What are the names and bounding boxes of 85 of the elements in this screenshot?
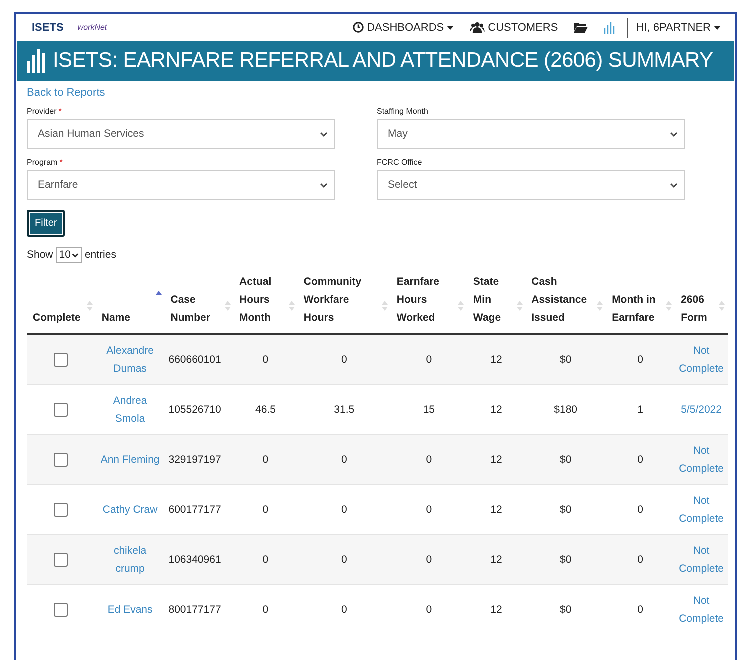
required-mark: * [58,107,62,116]
form-link[interactable]: 5/5/2022 [681,400,722,418]
table-cell: 0 [262,604,269,616]
checkbox[interactable] [54,402,68,416]
table-cell: 329197197 [168,454,222,466]
table-cell: 105526710 [168,404,222,416]
table-cell: 0 [341,604,348,616]
table-cell: 0 [638,354,644,366]
table-cell: 12 [490,354,502,366]
table-cell: 12 [490,554,502,566]
table-cell: $0 [560,554,572,566]
table-cell: 46.5 [256,404,276,416]
nav-link[interactable]: DASHBOARDS [345,22,462,34]
chevron-down-icon [320,132,328,136]
page-title: ISETS: EARNFARE REFERRAL AND ATTENDANCE (2606) SUMMARY [53,49,714,73]
table-cell: 31.5 [334,404,355,416]
chevron-down-icon [670,182,678,188]
field-label: Provider [27,107,57,116]
table-cell: 0 [341,504,348,516]
table-cell: 0 [426,554,432,566]
caret-icon [447,26,454,30]
select-field[interactable]: Asian Human Services [27,119,335,149]
filter-button[interactable]: Filter [27,210,66,237]
chevron-down-icon [320,182,328,188]
checkbox[interactable] [54,602,68,616]
table-cell: 0 [638,604,644,616]
table-cell: 12 [490,404,502,416]
field-label: FCRC Office [377,158,422,167]
table-cell: 0 [262,554,269,566]
table-cell: 0 [341,454,348,466]
entries-label: entries [84,249,116,261]
table-cell: 660660101 [168,354,222,366]
table-cell: $0 [560,504,572,516]
chevron-down-icon [72,252,79,258]
table-cell: 800177177 [168,604,222,616]
field-label: Staffing Month [377,107,428,116]
table-cell: 0 [426,454,432,466]
name-link[interactable]: Cathy Craw [102,500,158,518]
table-cell: 12 [490,604,502,616]
table-cell: 0 [262,454,269,466]
table-cell: 0 [341,554,348,566]
chevron-down-icon [670,132,678,136]
table-cell: 0 [341,354,348,366]
table-cell: 0 [638,554,644,566]
field-label: Program [27,158,58,167]
form-link[interactable]: Not Complete [679,492,724,528]
table-cell: $0 [560,604,572,616]
select-field[interactable]: Select [377,170,685,200]
checkbox[interactable] [54,502,68,516]
table-cell: $0 [560,454,572,466]
nav-link[interactable]: CUSTOMERS [462,22,566,34]
table-cell: 0 [262,354,269,366]
checkbox[interactable] [54,452,68,466]
table-cell: 1 [638,404,644,416]
table-cell: $0 [560,354,572,366]
back-link[interactable]: Back to Reports [27,87,725,99]
select-field[interactable]: Earnfare [27,170,335,200]
table-cell: 106340961 [168,554,222,566]
table-cell: 0 [638,504,644,516]
table-cell: 0 [638,454,644,466]
table-cell: 0 [426,604,432,616]
table-cell: 15 [423,404,435,416]
table-cell: 12 [490,454,502,466]
name-link[interactable]: Ed Evans [108,600,153,618]
caret-icon [714,26,721,30]
name-link[interactable]: Andrea Smola [100,392,161,428]
table-cell: 0 [426,354,432,366]
users-icon [470,22,486,33]
show-label: Show [27,249,54,261]
table-cell: 600177177 [168,504,222,516]
table-cell: $180 [554,404,578,416]
bar-chart-icon [27,49,47,73]
table-cell: 0 [262,504,269,516]
worknet-logo: workNet [78,23,108,32]
required-mark: * [60,158,63,167]
select-field[interactable]: May [377,119,685,149]
isets-logo: ISETS [32,22,64,34]
checkbox[interactable] [54,552,68,566]
entries-select[interactable]: 10 [56,247,82,263]
checkbox[interactable] [54,352,68,366]
clock-icon [353,22,364,33]
table-cell: 12 [490,504,502,516]
nav-link[interactable]: HI, 6PARTNER [628,22,729,34]
table-cell: 0 [426,504,432,516]
form-link[interactable]: Not Complete [679,592,724,628]
